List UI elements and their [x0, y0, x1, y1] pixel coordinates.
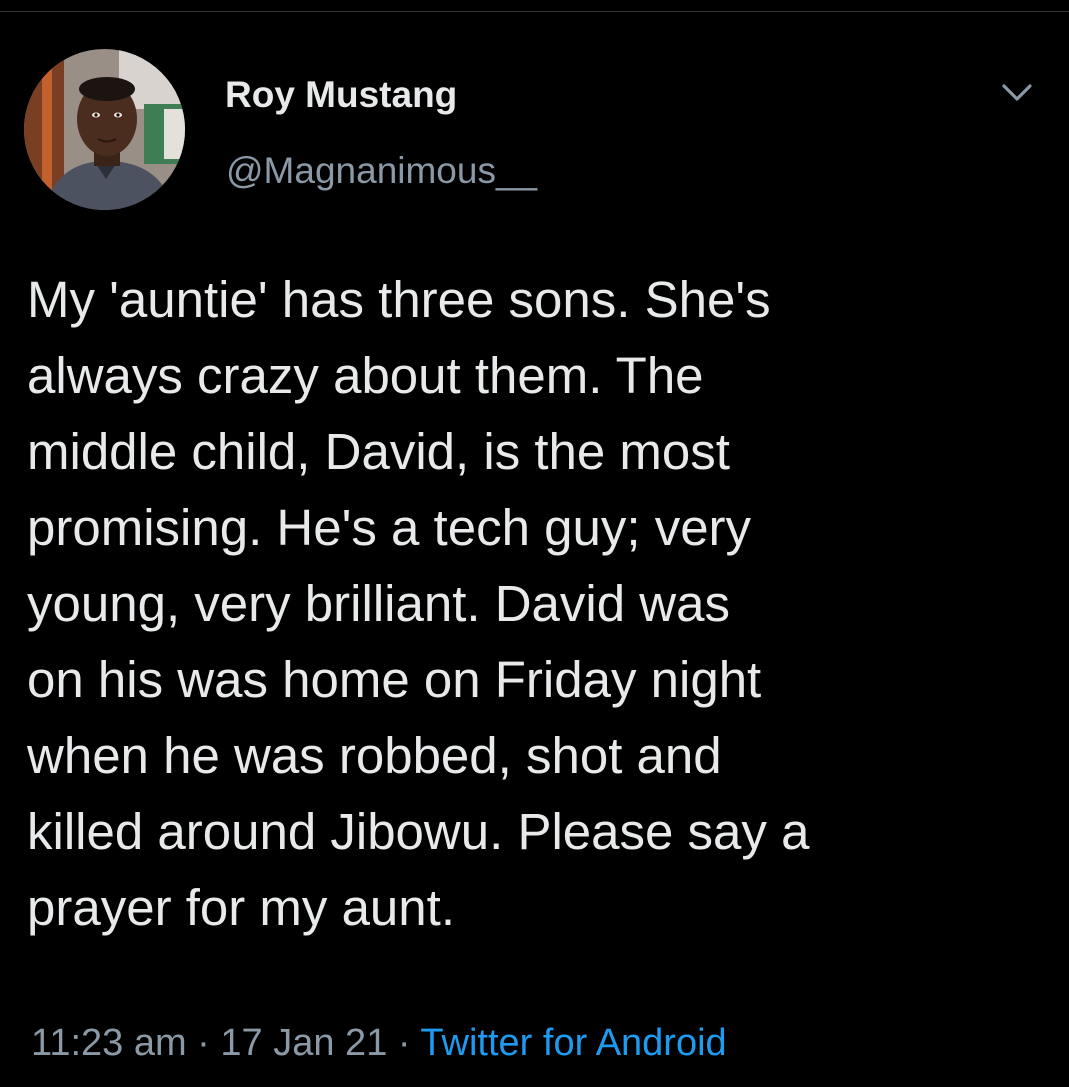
user-handle[interactable]: @Magnanimous__ [226, 146, 537, 196]
tweet-date[interactable]: 17 Jan 21 [220, 1022, 387, 1064]
chevron-down-icon[interactable] [996, 74, 1038, 112]
tweet-time[interactable]: 11:23 am [31, 1022, 187, 1064]
tweet-text: My 'auntie' has three sons. She's always… [27, 271, 810, 936]
tweet-meta: 11:23 am · 17 Jan 21 · Twitter for Andro… [31, 1018, 727, 1068]
meta-separator: · [387, 1022, 421, 1064]
tweet-card: Roy Mustang @Magnanimous__ My 'auntie' h… [0, 0, 1069, 1087]
display-name[interactable]: Roy Mustang [225, 70, 457, 120]
meta-separator: · [186, 1022, 221, 1064]
tweet-source-link[interactable]: Twitter for Android [420, 1022, 726, 1064]
chevron-down-glyph [1002, 84, 1032, 101]
avatar[interactable] [24, 49, 185, 210]
avatar-photo [24, 49, 185, 210]
